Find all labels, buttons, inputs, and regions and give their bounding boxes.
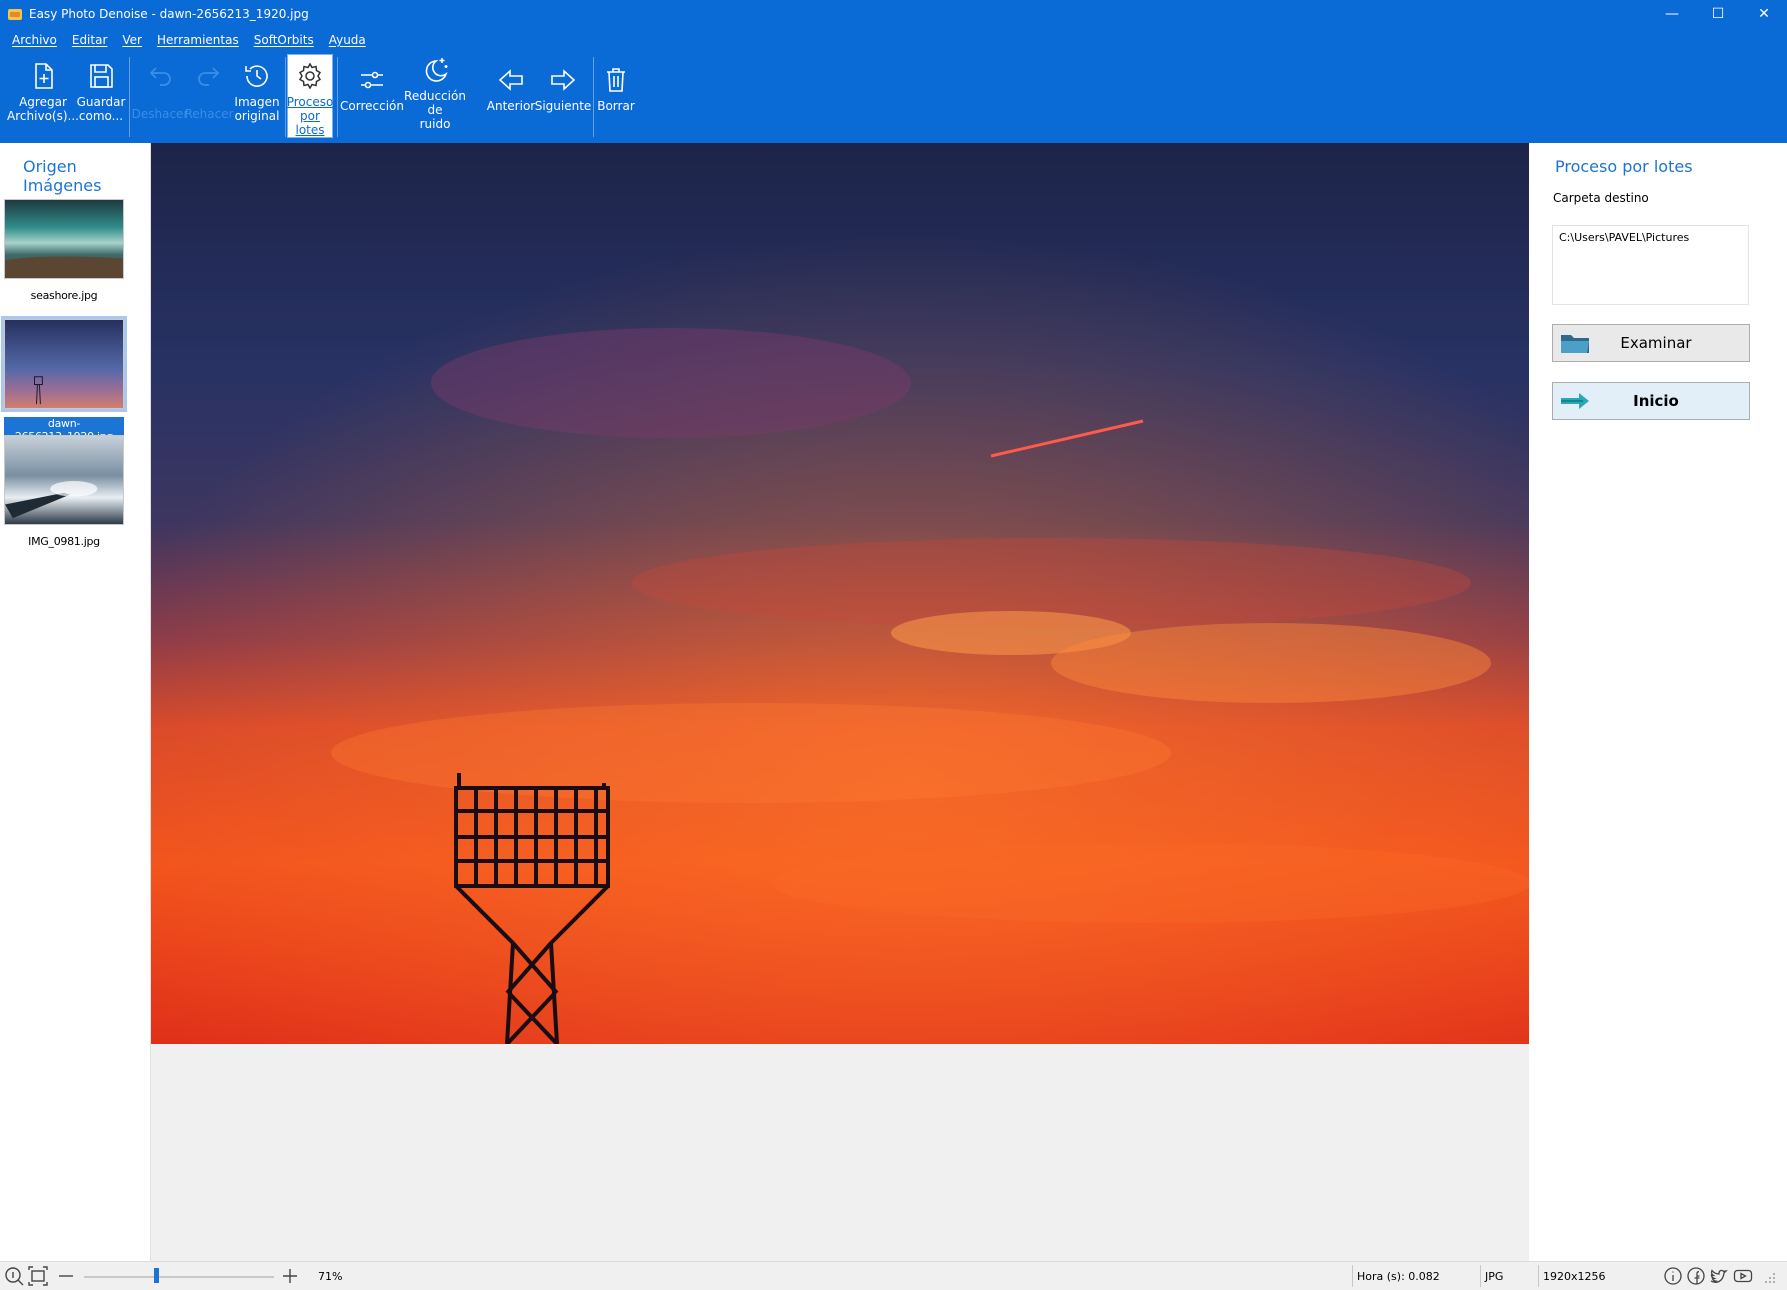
noise-reduction-label-1: Reducción [404, 89, 466, 103]
image-format: JPG [1485, 1270, 1504, 1283]
delete-label: Borrar [597, 99, 635, 113]
add-files-label-1: Agregar [19, 95, 67, 109]
correction-label: Corrección [340, 99, 404, 113]
add-files-label-2: Archivo(s)... [7, 109, 79, 123]
app-icon [8, 8, 22, 20]
thumbnail-item-selected[interactable]: dawn-2656213_1920.jpg [1, 316, 127, 443]
destination-folder-label: Carpeta destino [1553, 191, 1649, 205]
batch-process-label-2: por [300, 109, 320, 123]
image-canvas[interactable] [151, 143, 1529, 1261]
toolbar-separator [129, 57, 130, 137]
next-button[interactable]: Siguiente [535, 53, 591, 139]
noise-reduction-label-3: ruido [419, 117, 451, 131]
browse-button[interactable]: Examinar [1552, 324, 1750, 362]
image-source-title: Origen Imágenes [23, 157, 102, 195]
info-icon[interactable] [1663, 1266, 1683, 1286]
batch-process-title: Proceso por lotes [1555, 157, 1693, 176]
trash-icon [607, 68, 625, 92]
status-bar: 71% Hora (s): 0.082 JPG 1920x1256 [0, 1261, 1787, 1290]
toolbar-separator [593, 57, 594, 137]
thumbnail-item[interactable]: seashore.jpg [4, 199, 124, 302]
zoom-slider-thumb[interactable] [153, 1268, 159, 1283]
image-source-panel: Origen Imágenes seashore.jpg dawn- IMG_0… [0, 143, 151, 1261]
image-dimensions: 1920x1256 [1543, 1270, 1606, 1283]
previous-button[interactable]: Anterior [487, 53, 535, 139]
undo-label: Deshacer [131, 107, 189, 121]
menu-bar: Archivo Editar Ver Herramientas SoftOrbi… [0, 28, 1787, 51]
facebook-icon[interactable] [1686, 1266, 1706, 1286]
window-title: Easy Photo Denoise - dawn-2656213_1920.j… [29, 7, 309, 21]
menu-herramientas[interactable]: Herramientas [157, 33, 239, 47]
batch-process-label-1: Proceso [286, 95, 334, 109]
delete-button[interactable]: Borrar [596, 53, 636, 139]
menu-archivo[interactable]: Archivo [12, 33, 57, 47]
undo-button[interactable]: Deshacer [131, 53, 189, 139]
add-files-button[interactable]: Agregar Archivo(s)... [7, 53, 79, 139]
toolbar: Agregar Archivo(s)... Guardar como... De… [0, 51, 1787, 143]
sunset-photo [151, 143, 1529, 1044]
thumbnail-image [1, 316, 127, 412]
menu-editar[interactable]: Editar [72, 33, 108, 47]
history-icon [245, 65, 268, 87]
start-label: Inicio [1633, 392, 1679, 410]
thumbnail-image [4, 435, 124, 525]
batch-process-button[interactable]: Proceso por lotes [287, 54, 333, 138]
original-image-label-2: original [234, 109, 280, 123]
status-divider [1352, 1265, 1353, 1287]
add-file-icon [35, 63, 53, 89]
fit-screen-icon[interactable] [28, 1266, 48, 1286]
save-as-label-1: Guardar [76, 95, 126, 109]
redo-icon [198, 67, 220, 86]
undo-icon [149, 67, 171, 86]
processing-time: Hora (s): 0.082 [1357, 1270, 1440, 1283]
noise-reduction-label-2: de [427, 103, 443, 117]
thumbnail-label: IMG_0981.jpg [28, 535, 100, 548]
browse-label: Examinar [1620, 334, 1692, 352]
correction-button[interactable]: Corrección [340, 53, 404, 139]
batch-process-label-3: lotes [295, 123, 325, 137]
next-label: Siguiente [534, 99, 592, 113]
menu-softorbits[interactable]: SoftOrbits [254, 33, 314, 47]
arrow-right-icon [551, 69, 576, 91]
destination-path-field[interactable]: C:\Users\PAVEL\Pictures [1552, 225, 1749, 305]
resize-grip-icon[interactable] [1762, 1270, 1776, 1284]
close-button[interactable]: ✕ [1741, 0, 1787, 28]
status-divider [1538, 1265, 1539, 1287]
arrow-left-icon [498, 69, 523, 91]
zoom-level: 71% [318, 1270, 343, 1283]
zoom-out-icon[interactable] [56, 1266, 76, 1286]
toolbar-separator [337, 57, 338, 137]
save-as-button[interactable]: Guardar como... [76, 53, 126, 139]
twitter-icon[interactable] [1709, 1266, 1729, 1286]
zoom-slider[interactable] [84, 1276, 274, 1278]
previous-label: Anterior [486, 99, 536, 113]
title-bar: Easy Photo Denoise - dawn-2656213_1920.j… [0, 0, 1787, 28]
thumbnail-image [4, 199, 124, 279]
folder-icon [1561, 335, 1589, 353]
batch-process-panel: Proceso por lotes Carpeta destino C:\Use… [1529, 143, 1787, 1261]
minimize-button[interactable]: — [1649, 0, 1695, 28]
window-controls: — ☐ ✕ [1649, 0, 1787, 28]
status-divider [1480, 1265, 1481, 1287]
gear-icon [298, 62, 322, 90]
save-as-label-2: como... [78, 109, 124, 123]
thumbnail-label: seashore.jpg [30, 289, 98, 302]
redo-label: Rehacer [184, 107, 234, 121]
moon-stars-icon [425, 58, 448, 82]
arrow-right-icon [1561, 393, 1589, 409]
start-button[interactable]: Inicio [1552, 382, 1750, 420]
original-image-button[interactable]: Imagen original [231, 53, 283, 139]
maximize-button[interactable]: ☐ [1695, 0, 1741, 28]
original-image-label-1: Imagen [234, 95, 280, 109]
youtube-icon[interactable] [1733, 1266, 1753, 1286]
noise-reduction-button[interactable]: Reducción de ruido [404, 53, 466, 139]
redo-button[interactable]: Rehacer [184, 53, 234, 139]
zoom-in-icon[interactable] [280, 1266, 300, 1286]
menu-ver[interactable]: Ver [122, 33, 142, 47]
thumbnail-item[interactable]: IMG_0981.jpg [4, 435, 124, 548]
menu-ayuda[interactable]: Ayuda [329, 33, 366, 47]
zoom-icon[interactable] [4, 1266, 24, 1286]
sliders-icon [361, 71, 383, 89]
save-icon [90, 64, 113, 88]
